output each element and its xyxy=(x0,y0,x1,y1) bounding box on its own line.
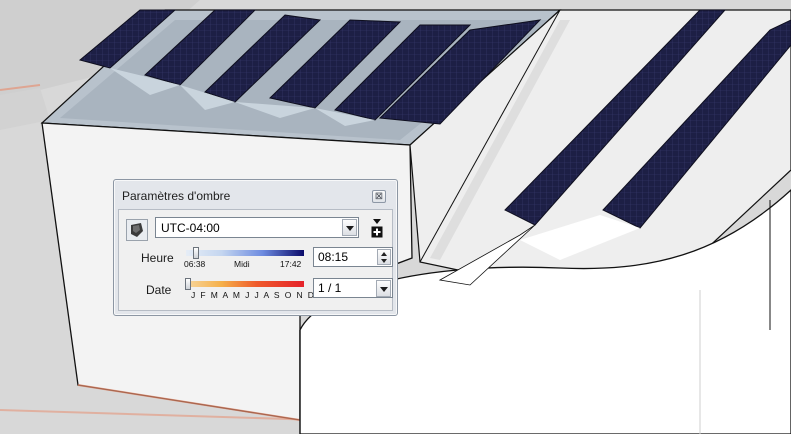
date-months-label: J F M A M J J A S O N D xyxy=(191,290,316,300)
date-slider[interactable]: J F M A M J J A S O N D xyxy=(185,278,314,302)
chevron-down-icon[interactable] xyxy=(376,280,391,297)
date-slider-thumb[interactable] xyxy=(185,278,191,290)
spin-down-icon[interactable] xyxy=(381,259,387,263)
time-spinner[interactable] xyxy=(377,249,391,265)
date-dropdown[interactable]: 1 / 1 xyxy=(313,278,393,298)
date-label: Date xyxy=(146,283,172,297)
date-value: 1 / 1 xyxy=(318,281,342,295)
shadow-settings-dialog: Paramètres d'ombre ⊠ UTC-04:00 Heure 06:… xyxy=(113,179,398,316)
dialog-title: Paramètres d'ombre xyxy=(122,189,231,203)
time-mid-label: Midi xyxy=(234,259,250,269)
date-slider-track xyxy=(186,281,304,287)
plus-icon[interactable] xyxy=(371,218,383,239)
time-value: 08:15 xyxy=(318,250,349,264)
timezone-value: UTC-04:00 xyxy=(161,221,220,235)
dialog-body: UTC-04:00 Heure 06:38 Midi 17:42 08:15 D… xyxy=(118,209,393,311)
time-slider[interactable]: 06:38 Midi 17:42 xyxy=(184,247,305,271)
time-label: Heure xyxy=(141,251,174,265)
time-input[interactable]: 08:15 xyxy=(313,247,393,267)
time-end-label: 17:42 xyxy=(280,259,302,269)
close-button[interactable]: ⊠ xyxy=(372,190,386,203)
spin-up-icon[interactable] xyxy=(381,252,387,256)
globe-icon[interactable] xyxy=(126,219,148,241)
timezone-dropdown[interactable]: UTC-04:00 xyxy=(155,217,359,238)
time-slider-thumb[interactable] xyxy=(193,247,199,259)
chevron-down-icon[interactable] xyxy=(342,219,357,236)
time-start-label: 06:38 xyxy=(184,259,206,269)
time-slider-track xyxy=(186,250,304,256)
